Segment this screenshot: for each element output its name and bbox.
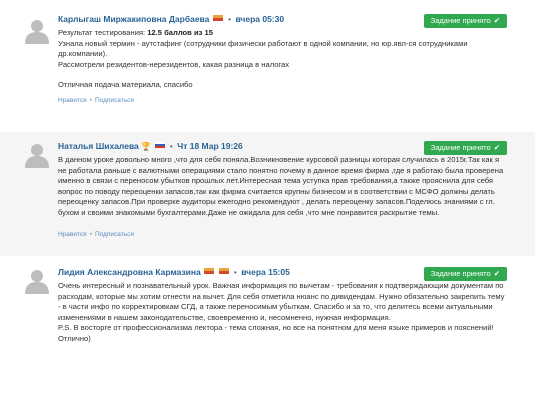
comment-paragraph: Очень интересный и познавательный урок. …: [58, 281, 505, 322]
comment-body: Результат тестирования: 12.5 баллов из 1…: [58, 28, 507, 91]
test-result: Результат тестирования: 12.5 баллов из 1…: [58, 28, 507, 39]
like-link[interactable]: Нравится: [58, 231, 87, 238]
user-silhouette-icon: [25, 270, 49, 294]
separator-dot: •: [89, 230, 92, 238]
task-accepted-badge: Задание принято ✔: [423, 141, 507, 155]
subscribe-link[interactable]: Подписаться: [95, 231, 134, 238]
avatar[interactable]: [24, 18, 50, 44]
flag-icon: [218, 268, 229, 274]
check-icon: ✔: [493, 16, 500, 25]
avatar[interactable]: [24, 142, 50, 168]
comment-item: Карлыгаш Миржакиповна Дарбаева • вчера 0…: [0, 0, 535, 132]
flag-icon: [204, 268, 215, 274]
author-name[interactable]: Лидия Александровна Кармазина: [58, 267, 201, 277]
like-link[interactable]: Нравится: [58, 97, 87, 104]
task-accepted-badge: Задание принято ✔: [423, 267, 507, 281]
author-name[interactable]: Карлыгаш Миржакиповна Дарбаева: [58, 14, 209, 24]
comment-actions: Нравится • Подписаться: [58, 231, 507, 238]
comment-paragraph: P.S. В восторге от профессионализма лект…: [58, 323, 494, 343]
check-icon: ✔: [493, 269, 500, 278]
comment-paragraph: Узнала новый термин - аутстафинг (сотруд…: [58, 38, 468, 59]
separator-dot: •: [233, 267, 237, 277]
comment-body: Очень интересный и познавательный урок. …: [58, 281, 507, 345]
separator-dot: •: [89, 96, 92, 104]
comment-body: В данном уроке довольно много ,что для с…: [58, 155, 507, 219]
separator-dot: •: [169, 141, 173, 151]
subscribe-link[interactable]: Подписаться: [95, 97, 134, 104]
comment-time[interactable]: вчера 05:30: [236, 14, 285, 24]
comment-time[interactable]: вчера 15:05: [241, 267, 290, 277]
user-silhouette-icon: [25, 20, 49, 44]
comment-paragraph: В данном уроке довольно много ,что для с…: [58, 155, 504, 217]
result-value: 12.5 баллов из 15: [147, 28, 213, 37]
comment-item: Наталья Шихалева 🏆 • Чт 18 Мар 19:26 Зад…: [0, 132, 535, 256]
result-label: Результат тестирования:: [58, 28, 146, 37]
comment-actions: Нравится • Подписаться: [58, 97, 507, 104]
comment-paragraph: Отличная подача материала, спасибо: [58, 80, 193, 90]
avatar[interactable]: [24, 268, 50, 294]
comment-time[interactable]: Чт 18 Мар 19:26: [177, 141, 243, 151]
badge-label: Задание принято: [430, 143, 491, 152]
comment-paragraph: Рассмотрели резидентов-нерезидентов, как…: [58, 59, 290, 69]
flag-icon: [212, 15, 223, 21]
badge-label: Задание принято: [430, 269, 491, 278]
comment-item: Лидия Александровна Кармазина • вчера 15…: [0, 256, 535, 400]
flag-icon: [154, 142, 165, 148]
task-accepted-badge: Задание принято ✔: [423, 14, 507, 28]
user-silhouette-icon: [25, 144, 49, 168]
trophy-icon: 🏆: [141, 142, 152, 151]
author-name[interactable]: Наталья Шихалева: [58, 141, 139, 151]
separator-dot: •: [228, 14, 232, 24]
check-icon: ✔: [493, 143, 500, 152]
badge-label: Задание принято: [430, 16, 491, 25]
